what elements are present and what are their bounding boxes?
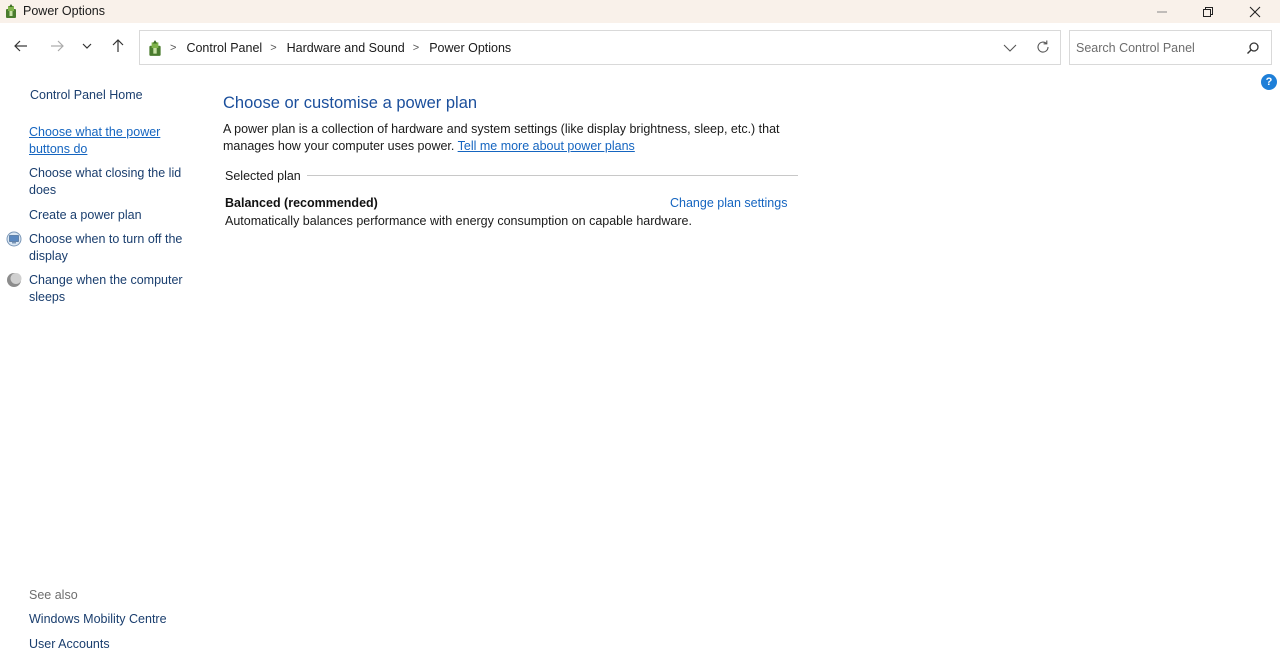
change-plan-settings-link[interactable]: Change plan settings — [670, 196, 787, 210]
sidebar-link-power-buttons[interactable]: Choose what the power buttons do — [29, 124, 194, 157]
power-options-icon — [6, 4, 16, 18]
close-button[interactable] — [1232, 0, 1278, 23]
address-history-dropdown-icon[interactable] — [1002, 40, 1018, 56]
see-also-heading: See also — [29, 588, 78, 602]
breadcrumb-power-options[interactable]: Power Options — [429, 41, 511, 55]
minimize-button[interactable] — [1139, 0, 1185, 23]
restore-icon — [1203, 6, 1213, 17]
search-icon[interactable] — [1246, 41, 1260, 55]
sidebar-link-closing-lid[interactable]: Choose what closing the lid does — [29, 165, 194, 198]
back-button[interactable] — [10, 35, 32, 57]
control-panel-home-link[interactable]: Control Panel Home — [30, 88, 143, 102]
refresh-icon[interactable] — [1035, 39, 1051, 55]
sleep-moon-icon — [7, 273, 22, 287]
display-icon — [6, 231, 22, 247]
plan-name: Balanced (recommended) — [225, 196, 378, 210]
see-also-link-mobility-centre[interactable]: Windows Mobility Centre — [29, 612, 167, 626]
see-also-link-user-accounts[interactable]: User Accounts — [29, 637, 110, 651]
learn-more-link[interactable]: Tell me more about power plans — [458, 139, 635, 153]
title-bar: Power Options — [0, 0, 1280, 23]
sidebar-link-create-plan[interactable]: Create a power plan — [29, 207, 194, 224]
chevron-right-icon[interactable]: > — [413, 42, 419, 54]
forward-button[interactable] — [46, 35, 68, 57]
up-arrow-icon — [112, 39, 124, 52]
restore-button[interactable] — [1185, 0, 1231, 23]
sidebar-link-turn-off-display[interactable]: Choose when to turn off the display — [29, 231, 194, 264]
page-title: Choose or customise a power plan — [223, 94, 478, 112]
breadcrumb-hardware-and-sound[interactable]: Hardware and Sound — [287, 41, 405, 55]
minimize-icon — [1157, 11, 1167, 12]
chevron-right-icon[interactable]: > — [270, 42, 276, 54]
up-button[interactable] — [107, 35, 129, 57]
selected-plan-label: Selected plan — [225, 169, 307, 183]
sidebar-link-computer-sleeps[interactable]: Change when the computer sleeps — [29, 272, 194, 305]
breadcrumb: > Control Panel > Hardware and Sound > P… — [170, 41, 511, 55]
forward-arrow-icon — [51, 40, 64, 52]
section-divider — [302, 175, 798, 176]
power-options-icon — [149, 40, 161, 56]
chevron-down-icon — [82, 43, 92, 49]
window-title: Power Options — [23, 4, 105, 18]
chevron-right-icon: > — [170, 42, 177, 54]
close-icon — [1249, 6, 1261, 17]
help-icon[interactable]: ? — [1261, 74, 1277, 90]
breadcrumb-control-panel[interactable]: Control Panel — [186, 41, 262, 55]
plan-description: Automatically balances performance with … — [225, 214, 692, 228]
recent-locations-button[interactable] — [76, 35, 98, 57]
navigation-bar: > Control Panel > Hardware and Sound > P… — [0, 23, 1280, 71]
page-description: A power plan is a collection of hardware… — [223, 121, 823, 155]
search-input[interactable] — [1076, 39, 1236, 57]
sidebar: Control Panel Home Choose what the power… — [0, 71, 200, 671]
address-bar[interactable]: > Control Panel > Hardware and Sound > P… — [139, 30, 1061, 65]
back-arrow-icon — [14, 40, 27, 52]
search-box[interactable] — [1069, 30, 1272, 65]
